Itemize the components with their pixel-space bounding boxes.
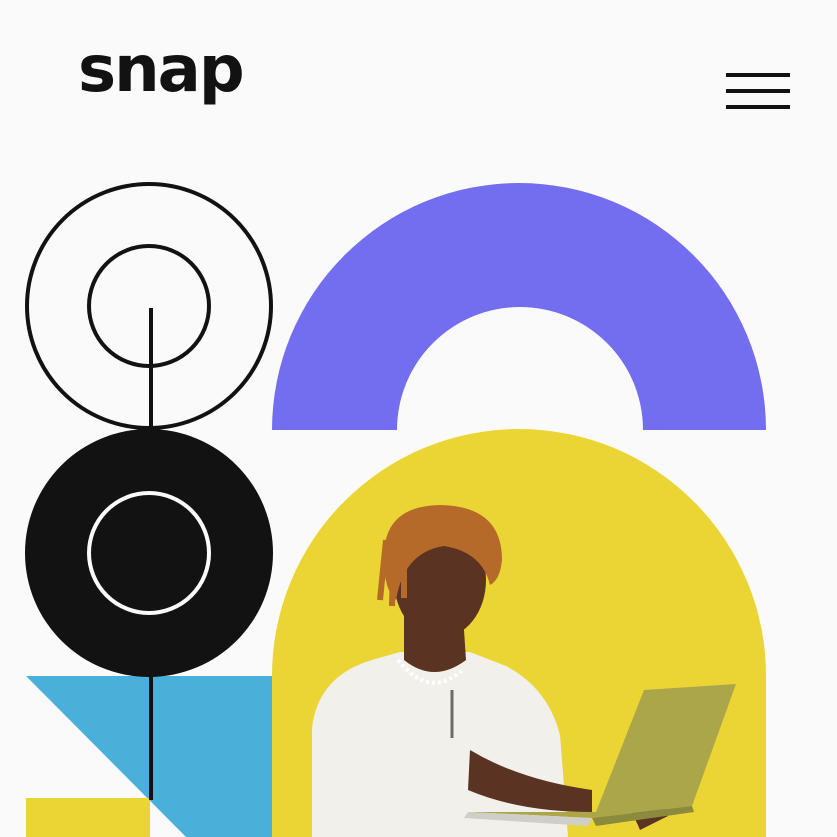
purple-arch-shape xyxy=(272,183,766,430)
hero-illustration xyxy=(25,182,766,837)
black-disc-shape xyxy=(25,429,273,677)
landing-page: snap xyxy=(0,0,837,837)
yellow-rect-shape xyxy=(26,798,150,837)
